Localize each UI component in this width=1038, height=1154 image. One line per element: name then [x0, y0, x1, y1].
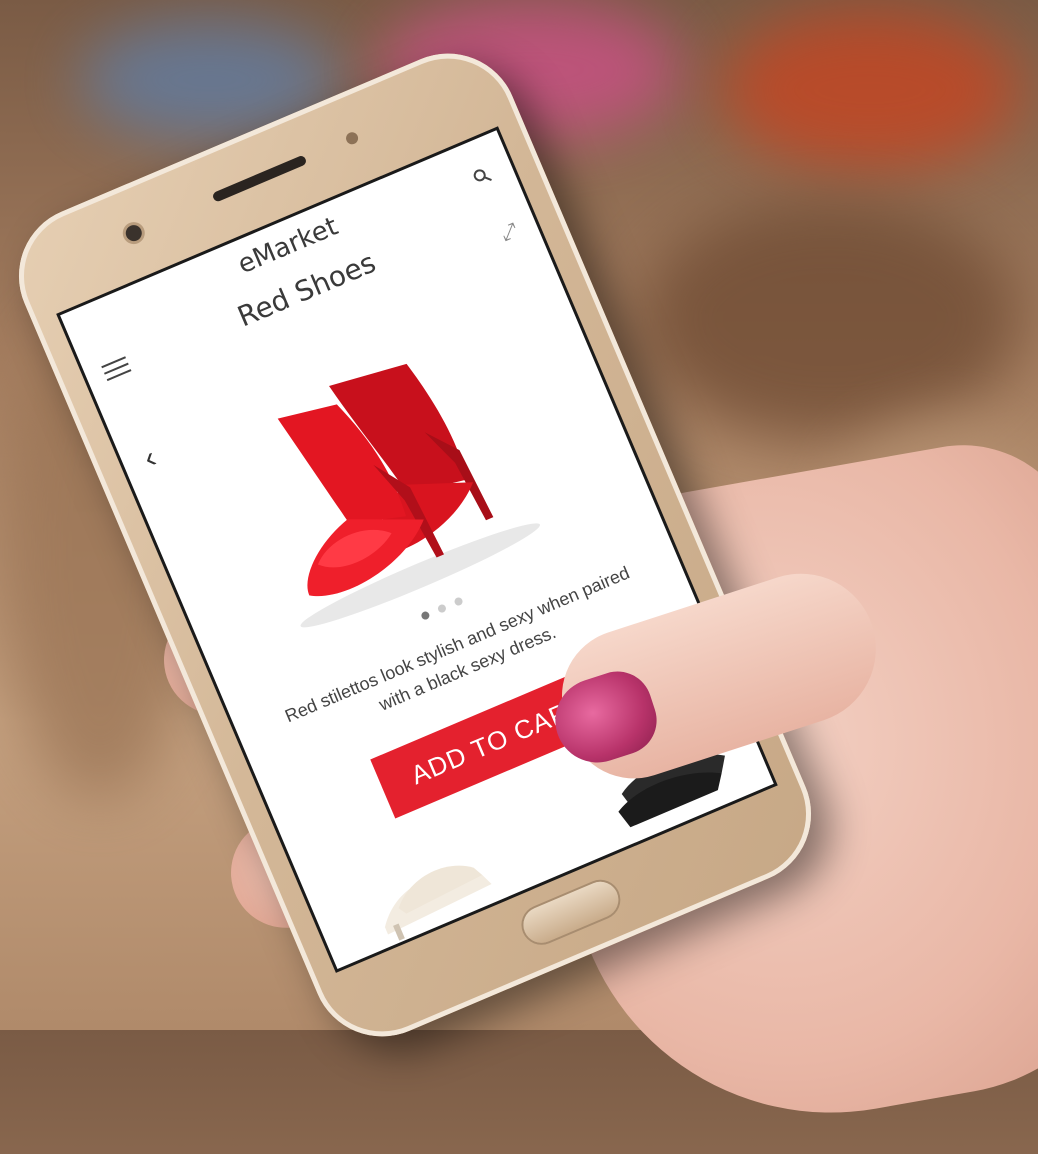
carousel-dot[interactable]	[419, 610, 431, 621]
expand-icon[interactable]: ⤢	[498, 219, 522, 246]
proximity-sensor	[344, 130, 360, 147]
carousel-dot[interactable]	[453, 596, 465, 607]
chevron-left-icon[interactable]: ‹	[139, 441, 161, 476]
bg-blob	[640, 200, 1020, 440]
earpiece-speaker	[211, 154, 308, 203]
front-camera	[123, 222, 145, 244]
carousel-dot[interactable]	[436, 603, 448, 614]
bg-blob	[720, 10, 1020, 170]
product-image[interactable]	[188, 296, 566, 653]
home-button[interactable]	[517, 876, 624, 949]
